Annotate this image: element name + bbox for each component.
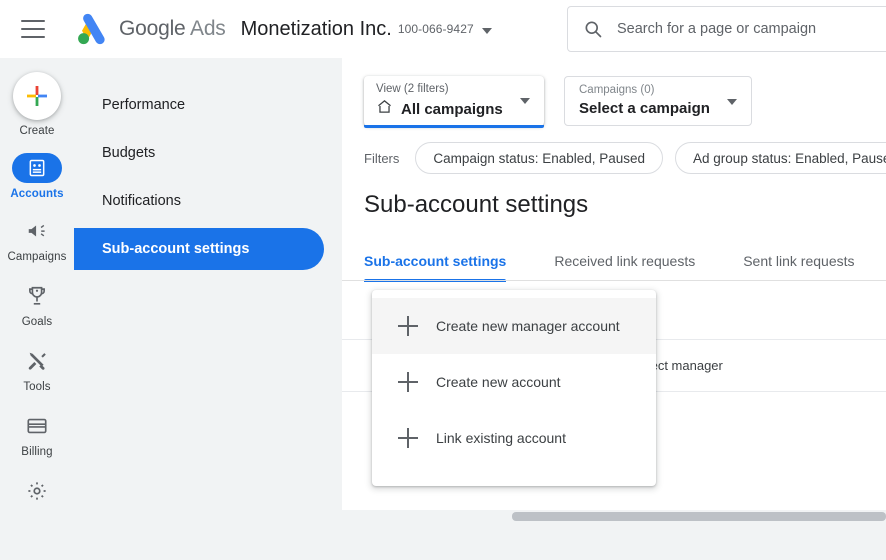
account-name: Monetization Inc. (240, 17, 392, 40)
view-dropdown-focus-underline (364, 125, 544, 128)
tab-bar: Sub-account settings Received link reque… (364, 240, 886, 282)
filter-chip-campaign-status[interactable]: Campaign status: Enabled, Paused (415, 142, 664, 174)
sidebar-item-sub-account-settings[interactable]: Sub-account settings (74, 228, 324, 270)
rail-label-accounts: Accounts (10, 188, 64, 200)
sidebar-label-performance: Performance (102, 97, 186, 113)
rail-label-tools: Tools (23, 381, 51, 393)
campaign-chevron-down-icon (727, 99, 737, 105)
view-dropdown-value: All campaigns (401, 100, 503, 118)
rail-label-campaigns: Campaigns (7, 251, 67, 263)
tab-bar-divider (342, 280, 886, 281)
rail-item-campaigns[interactable]: Campaigns (0, 216, 74, 263)
tools-icon (26, 346, 48, 376)
campaign-dropdown-value: Select a campaign (579, 100, 710, 117)
rail-item-admin[interactable] (0, 476, 74, 511)
menu-item-link-existing-account[interactable]: Link existing account (372, 410, 656, 466)
menu-item-create-new-manager-account[interactable]: Create new manager account (372, 298, 656, 354)
account-id: 100-066-9427 (397, 22, 474, 36)
sidebar-label-notifications: Notifications (102, 193, 181, 209)
trophy-icon (26, 281, 48, 311)
menu-label-create-new-manager-account: Create new manager account (436, 318, 620, 334)
hamburger-menu-icon[interactable] (21, 20, 45, 38)
app-header: Google Ads Monetization Inc. 100-066-942… (0, 0, 886, 58)
rail-label-billing: Billing (21, 446, 53, 458)
tab-received-link-requests[interactable]: Received link requests (554, 253, 695, 282)
home-icon (376, 98, 393, 120)
rail-item-billing[interactable]: Billing (0, 411, 74, 458)
megaphone-icon (26, 216, 48, 246)
google-ads-logo-icon (73, 12, 109, 46)
search-icon (583, 19, 603, 39)
rail-label-goals: Goals (21, 316, 53, 328)
gear-icon (26, 476, 48, 506)
brand-ads: Ads (190, 17, 226, 40)
view-dropdown[interactable]: View (2 filters) All campaigns (364, 76, 544, 128)
sidebar-label-sub-account-settings: Sub-account settings (102, 241, 250, 257)
filter-row: Filters Campaign status: Enabled, Paused… (364, 142, 886, 174)
filter-chip-ad-group-status[interactable]: Ad group status: Enabled, Paused (675, 142, 886, 174)
rail-label-create: Create (19, 125, 55, 137)
create-account-menu: Create new manager account Create new ac… (372, 290, 656, 486)
main-bottom-area (342, 522, 886, 560)
menu-label-create-new-account: Create new account (436, 374, 561, 390)
sidebar-label-budgets: Budgets (102, 145, 156, 161)
page-title: Sub-account settings (364, 191, 589, 218)
view-controls: View (2 filters) All campaigns Campaigns… (364, 76, 752, 128)
secondary-nav: Performance Budgets Notifications Sub-ac… (74, 58, 342, 560)
campaign-dropdown[interactable]: Campaigns (0) Select a campaign (564, 76, 752, 126)
filters-label: Filters (364, 150, 400, 166)
plus-icon (398, 428, 418, 448)
sidebar-item-budgets[interactable]: Budgets (74, 132, 324, 174)
rail-item-accounts[interactable]: Accounts (0, 153, 74, 200)
menu-item-create-new-account[interactable]: Create new account (372, 354, 656, 410)
account-chevron-down-icon[interactable] (481, 27, 492, 34)
accounts-icon (12, 153, 62, 183)
horizontal-scrollbar-thumb[interactable] (512, 512, 886, 521)
menu-label-link-existing-account: Link existing account (436, 430, 566, 446)
rail-item-goals[interactable]: Goals (0, 281, 74, 328)
view-dropdown-label: View (2 filters) (376, 83, 449, 95)
plus-colored-icon (13, 72, 61, 120)
search-input[interactable]: Search for a page or campaign (567, 6, 886, 52)
primary-nav-rail: Create Accounts Campaigns Goals Tools Bi… (0, 58, 74, 560)
campaign-dropdown-label: Campaigns (0) (579, 84, 655, 96)
sidebar-item-notifications[interactable]: Notifications (74, 180, 324, 222)
brand-title: Google Ads (119, 17, 226, 41)
tab-sent-link-requests[interactable]: Sent link requests (743, 253, 854, 282)
rail-item-tools[interactable]: Tools (0, 346, 74, 393)
sidebar-item-performance[interactable]: Performance (74, 84, 324, 126)
search-placeholder: Search for a page or campaign (617, 21, 817, 37)
plus-icon (398, 316, 418, 336)
credit-card-icon (26, 411, 48, 441)
rail-item-create[interactable]: Create (0, 72, 74, 137)
tab-sub-account-settings[interactable]: Sub-account settings (364, 253, 507, 282)
brand-google: Google (119, 17, 186, 40)
plus-icon (398, 372, 418, 392)
view-chevron-down-icon (520, 98, 530, 104)
main-content: View (2 filters) All campaigns Campaigns… (342, 58, 886, 560)
